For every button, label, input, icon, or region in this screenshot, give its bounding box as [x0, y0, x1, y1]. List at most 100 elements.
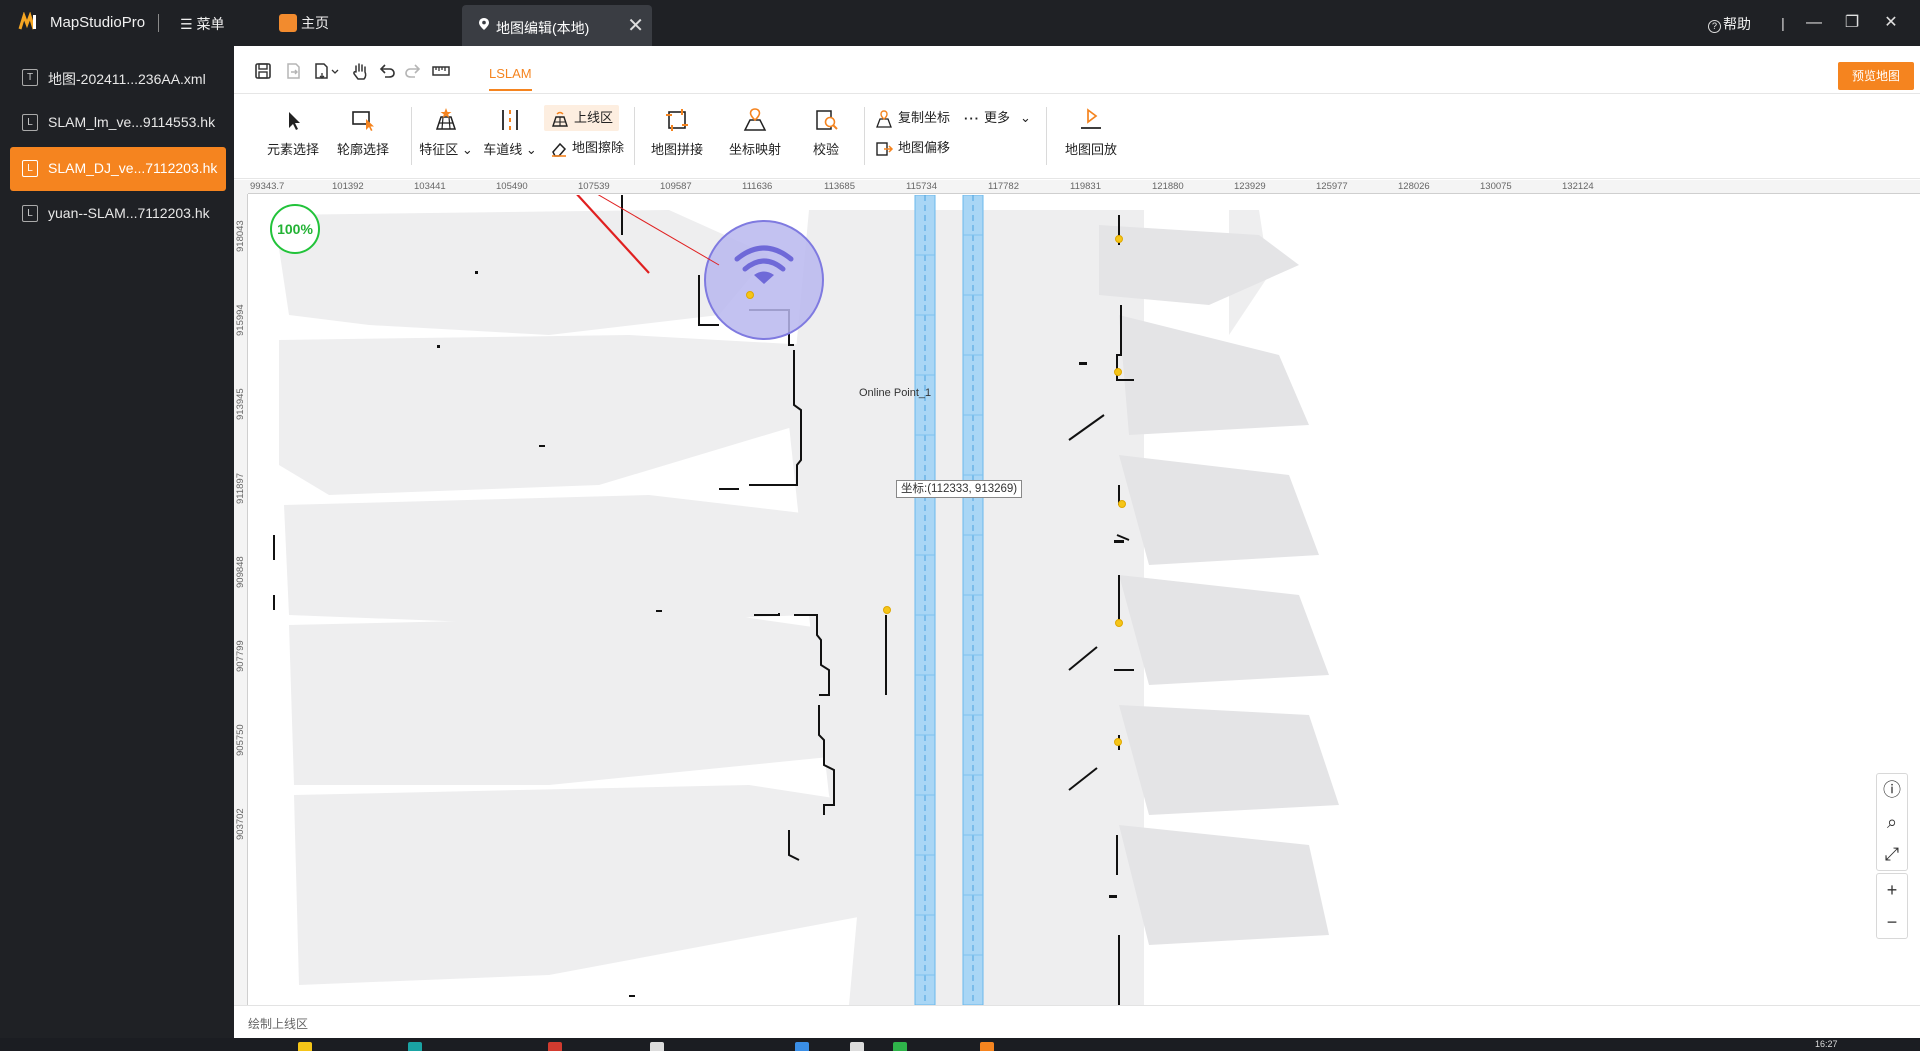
help-button[interactable]: ? 帮助 [1708, 14, 1751, 34]
restore-icon[interactable]: ❐ [1837, 10, 1867, 36]
status-text: 绘制上线区 [248, 1017, 309, 1031]
slam-point-cloud-map[interactable] [249, 195, 1920, 1005]
redo-icon[interactable] [402, 60, 424, 82]
os-taskbar: 16:27 [0, 1038, 1920, 1051]
scan-region-right [1119, 705, 1339, 815]
feature-area-button[interactable]: 特征区 ⌄ [414, 105, 478, 169]
ruler-v-label: 911897 [235, 473, 246, 504]
close-window-icon[interactable]: ✕ [1876, 10, 1906, 36]
noise-point [539, 445, 545, 447]
contour-select-icon [352, 111, 374, 131]
coord-map-button[interactable]: 坐标映射 [720, 105, 790, 169]
file-type-icon: L [22, 205, 38, 222]
lane-line-button[interactable]: 车道线 ⌄ [478, 105, 542, 169]
more-label: 更多 [984, 110, 1011, 125]
noise-point [437, 345, 440, 348]
undo-icon[interactable] [376, 60, 398, 82]
cursor-arrow-icon [289, 112, 300, 130]
zoom-in-icon[interactable]: + [1877, 874, 1907, 906]
noise-point [1114, 540, 1124, 543]
app-name: MapStudioPro [50, 14, 146, 31]
search-icon[interactable]: ⌕ [1877, 806, 1907, 838]
noise-point [719, 488, 739, 490]
home-tab[interactable]: 主页 [279, 13, 329, 35]
file-item-2[interactable]: L SLAM_DJ_ve...7112203.hk [10, 147, 226, 191]
ribbon-divider [1046, 107, 1047, 165]
map-offset-label: 地图偏移 [898, 140, 951, 155]
export-icon[interactable] [282, 60, 304, 82]
map-offset-button[interactable]: 地图偏移 [874, 135, 950, 161]
road-region [969, 210, 1119, 1005]
taskbar-clock: 16:27 [1815, 1039, 1838, 1049]
map-replay-button[interactable]: 地图回放 [1056, 105, 1126, 169]
file-item-3[interactable]: L yuan--SLAM...7112203.hk [10, 192, 226, 236]
map-stitch-button[interactable]: 地图拼接 [642, 105, 712, 169]
tab-lslam[interactable]: LSLAM [489, 66, 532, 91]
taskbar-app-icon[interactable] [795, 1042, 809, 1051]
save-as-dropdown-icon[interactable] [312, 60, 342, 82]
minimize-icon[interactable]: — [1799, 10, 1829, 36]
scan-region-right [1099, 225, 1299, 305]
help-icon: ? [1708, 20, 1721, 33]
zoom-tool-group: + − [1876, 873, 1908, 939]
info-icon[interactable]: ⓘ [1877, 774, 1907, 806]
contour-select-button[interactable]: 轮廓选择 [328, 105, 398, 169]
taskbar-app-icon[interactable] [408, 1042, 422, 1051]
app-logo-icon [18, 12, 36, 30]
home-tab-label: 主页 [301, 15, 329, 31]
ruler-h-label: 109587 [660, 181, 692, 192]
map-canvas[interactable]: 99343.7 101392 103441 105490 107539 1095… [234, 180, 1920, 1005]
scan-region-right [1119, 825, 1329, 945]
scan-region-right [1119, 575, 1329, 685]
taskbar-app-icon[interactable] [893, 1042, 907, 1051]
file-item-0[interactable]: T 地图-202411...236AA.xml [10, 56, 226, 100]
ribbon-divider [634, 107, 635, 165]
taskbar-app-icon[interactable] [548, 1042, 562, 1051]
ruler-h-label: 103441 [414, 181, 446, 192]
more-dropdown-icon: ⌄ [1020, 110, 1031, 125]
feature-area-icon [435, 108, 457, 130]
verify-label: 校验 [812, 142, 839, 157]
online-marker [1114, 738, 1122, 746]
close-tab-icon[interactable]: ✕ [627, 13, 644, 38]
lane-line-label: 车道线 ⌄ [483, 142, 537, 157]
copy-coord-label: 复制坐标 [898, 110, 951, 125]
zoom-out-icon[interactable]: − [1877, 906, 1907, 938]
ruler-h-label: 121880 [1152, 181, 1184, 192]
verify-button[interactable]: 校验 [796, 105, 856, 169]
save-icon[interactable] [252, 60, 274, 82]
scan-region-right [1119, 455, 1319, 565]
tab-map-edit[interactable]: 地图编辑(本地) ✕ [462, 5, 652, 46]
ruler-v-label: 903702 [235, 808, 246, 840]
ruler-v-label: 913945 [235, 388, 246, 420]
element-select-label: 元素选择 [266, 142, 319, 157]
noise-point [1079, 362, 1087, 365]
taskbar-app-icon[interactable] [850, 1042, 864, 1051]
map-stitch-label: 地图拼接 [650, 142, 703, 157]
title-separator [158, 14, 159, 32]
online-marker [1115, 235, 1123, 243]
map-offset-icon [876, 141, 894, 156]
online-area-button[interactable]: 上线区 [544, 105, 620, 131]
hand-pan-icon[interactable] [349, 60, 371, 82]
file-type-icon: L [22, 114, 38, 131]
scan-region [274, 210, 769, 335]
fit-view-icon[interactable]: ⤢ [1877, 838, 1907, 870]
map-replay-icon [1081, 108, 1101, 129]
taskbar-app-icon[interactable] [298, 1042, 312, 1051]
taskbar-app-icon[interactable] [980, 1042, 994, 1051]
ruler-icon[interactable] [430, 60, 452, 82]
file-item-1[interactable]: L SLAM_lm_ve...9114553.hk [10, 101, 226, 145]
main-menu-button[interactable]: ☰ 菜单 [180, 14, 224, 34]
more-button[interactable]: ··· 更多 ⌄ [964, 105, 1031, 131]
copy-coord-button[interactable]: 复制坐标 [874, 105, 950, 131]
file-name: yuan--SLAM...7112203.hk [48, 205, 210, 221]
vertical-ruler: 918043 915994 913945 911897 909848 90779… [234, 194, 248, 1005]
preview-map-button[interactable]: 预览地图 [1838, 62, 1914, 90]
element-select-button[interactable]: 元素选择 [258, 105, 328, 169]
taskbar-app-icon[interactable] [650, 1042, 664, 1051]
tab-map-edit-label: 地图编辑(本地) [496, 20, 590, 36]
zoom-level-badge: 100% [270, 204, 320, 254]
ruler-h-label: 111636 [742, 181, 773, 192]
map-erase-button[interactable]: 地图擦除 [550, 135, 624, 161]
